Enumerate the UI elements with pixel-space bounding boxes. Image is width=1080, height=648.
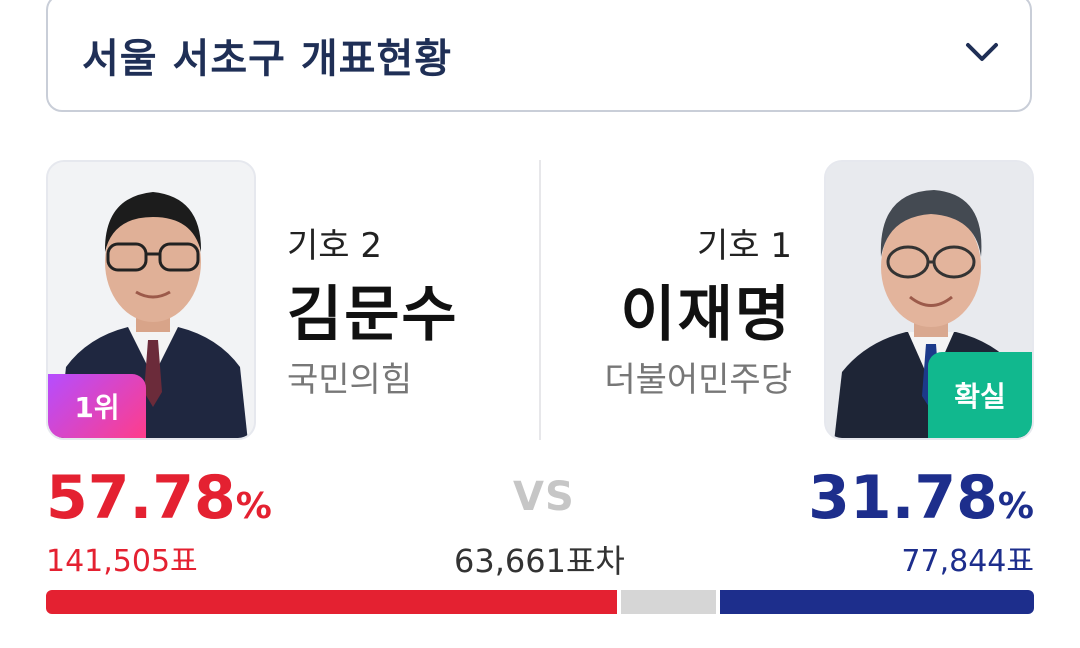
district-dropdown[interactable]: 서울 서초구 개표현황 (46, 0, 1032, 112)
candidate-photo-right: 확실 (824, 160, 1034, 440)
votes-left: 141,505표 (46, 544, 198, 579)
confirmed-badge: 확실 (928, 352, 1032, 438)
candidate-photo-left: 1위 (46, 160, 256, 440)
divider (539, 160, 541, 440)
vote-gap: 63,661표차 (454, 542, 625, 580)
candidate-name-left: 김문수 (287, 280, 459, 350)
vote-bar-left (46, 590, 617, 614)
candidate-number-right: 기호 1 (697, 226, 792, 266)
candidate-number-left: 기호 2 (287, 226, 382, 266)
candidate-name-right: 이재명 (620, 280, 792, 350)
votes-right: 77,844표 (901, 544, 1034, 579)
vote-bar-other (621, 590, 716, 614)
percent-right: 31.78% (808, 468, 1034, 528)
dropdown-title: 서울 서초구 개표현황 (82, 36, 453, 82)
candidate-party-left: 국민의힘 (287, 360, 413, 400)
percent-right-sign: % (997, 486, 1034, 527)
vote-bar-right (720, 590, 1034, 614)
vs-label: VS (513, 474, 575, 520)
percent-left-value: 57.78 (46, 463, 236, 533)
candidate-party-right: 더불어민주당 (604, 360, 792, 400)
chevron-down-icon (966, 43, 998, 61)
rank-badge: 1위 (48, 374, 146, 438)
percent-left: 57.78% (46, 468, 272, 528)
percent-left-sign: % (235, 486, 272, 527)
percent-right-value: 31.78 (808, 463, 998, 533)
